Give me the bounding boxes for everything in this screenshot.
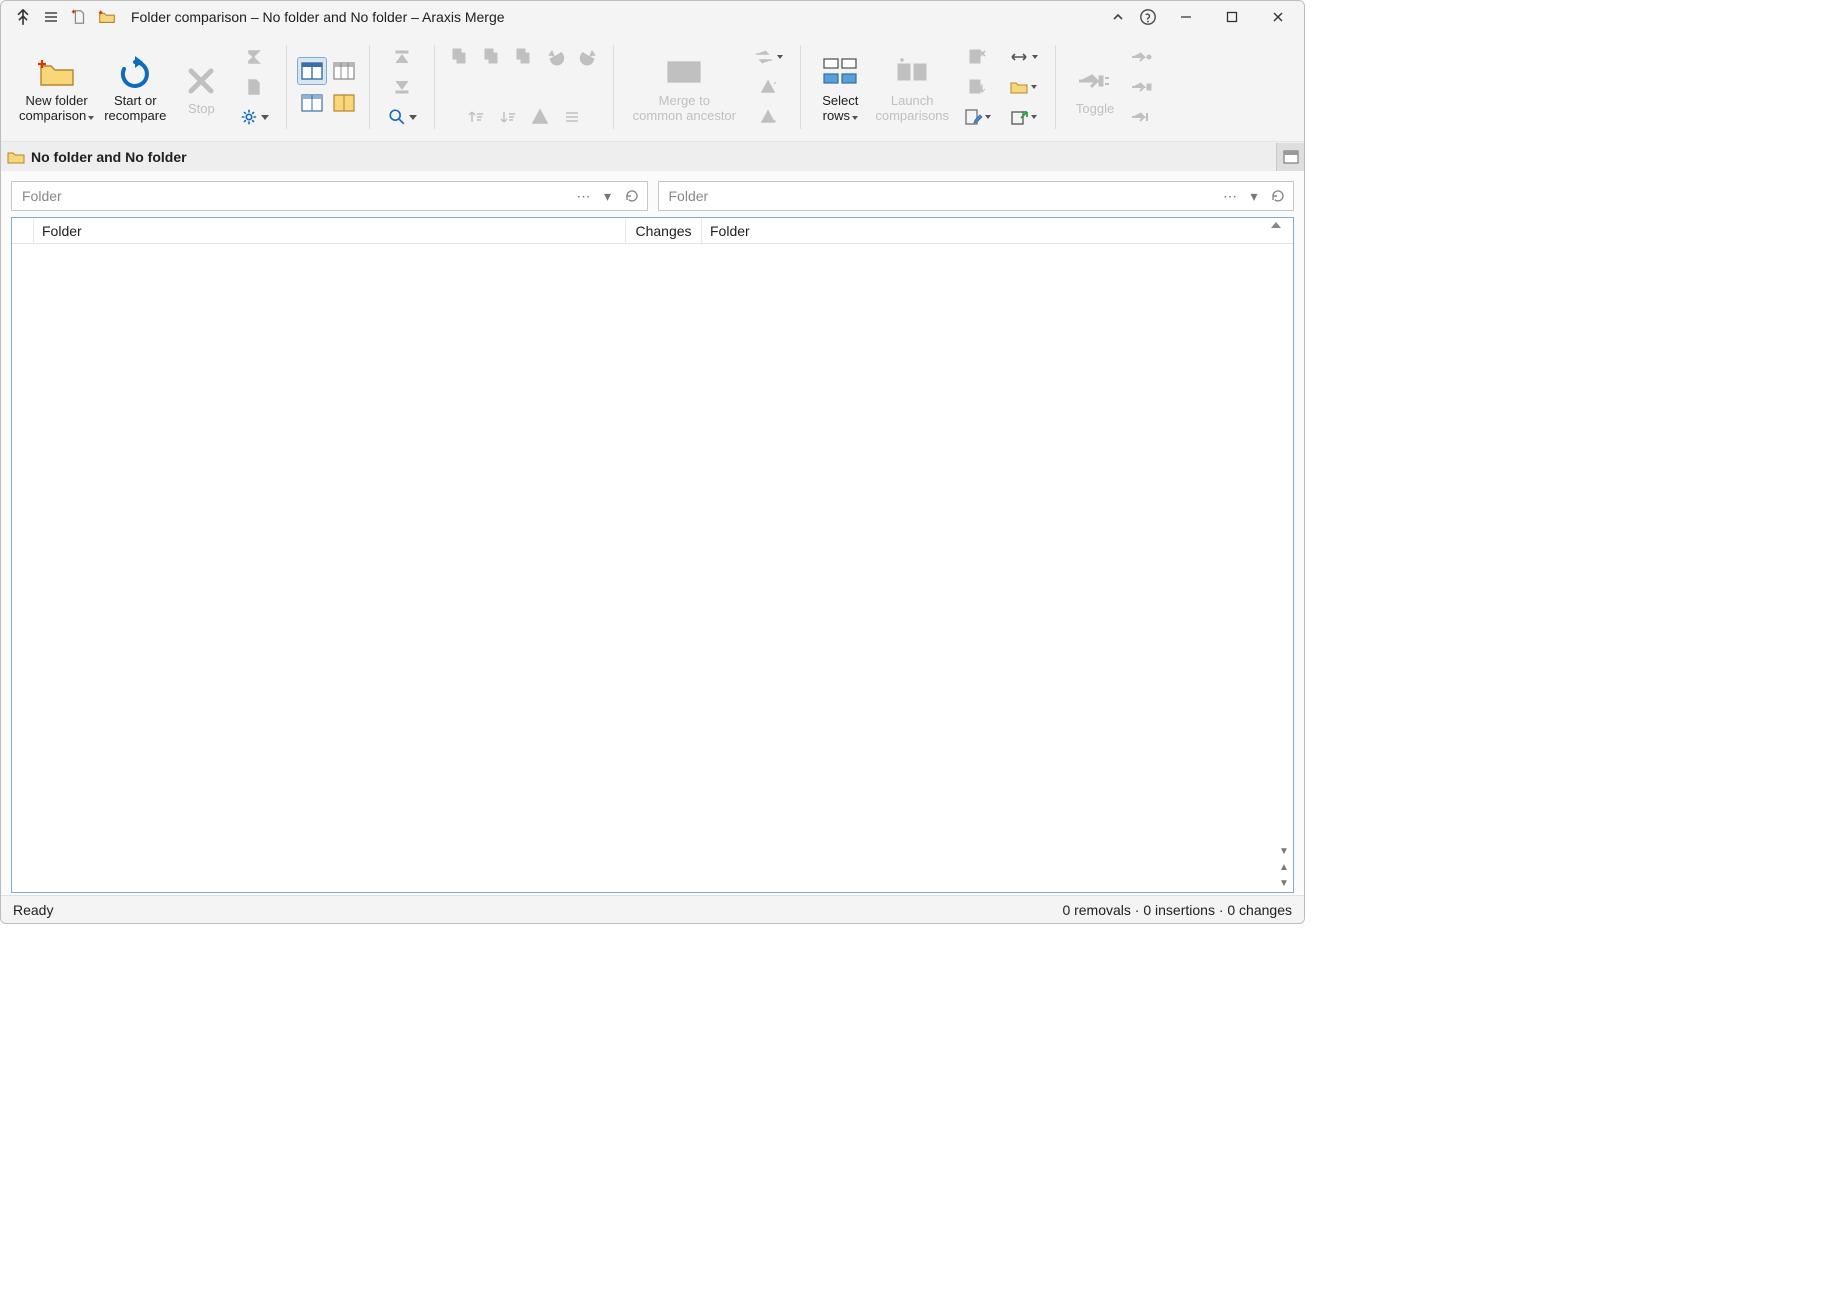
column-changes[interactable]: Changes: [626, 218, 702, 243]
scroll-bottom-icon[interactable]: ▼: [1277, 876, 1291, 890]
svg-text:3: 3: [525, 56, 529, 63]
warn-down-icon: [753, 103, 783, 131]
help-icon[interactable]: [1134, 3, 1162, 31]
list-icon: [557, 103, 587, 131]
toggle-icon: [1075, 62, 1115, 100]
grid-body[interactable]: ▼ ▲ ▼: [12, 244, 1293, 892]
status-ready: Ready: [13, 902, 53, 918]
nav-bottom-icon: [387, 73, 417, 101]
launch-icon: [892, 54, 932, 92]
close-button[interactable]: [1256, 3, 1300, 31]
hsync-dropdown[interactable]: [1001, 43, 1045, 71]
minimize-button[interactable]: [1164, 3, 1208, 31]
x-icon: [185, 62, 217, 100]
collapse-ribbon-icon[interactable]: [1104, 3, 1132, 31]
undo-icon: [541, 43, 571, 71]
export-dropdown[interactable]: [1001, 103, 1045, 131]
refresh-icon: [117, 54, 153, 92]
new-folder-comparison-button[interactable]: New folder comparison: [15, 50, 98, 124]
grid-gutter-header[interactable]: [12, 218, 34, 243]
content-area: Folder ⋯ ▾ Folder ⋯ ▾: [1, 171, 1304, 895]
stop-label: Stop: [188, 102, 215, 117]
left-folder-path-input[interactable]: Folder ⋯ ▾: [11, 181, 648, 211]
flow3-icon: [1126, 103, 1156, 131]
sort-up-icon: [461, 103, 491, 131]
column-folder-left[interactable]: Folder: [34, 218, 626, 243]
layout-two-pane-icon[interactable]: [297, 57, 327, 85]
scroll-controls: ▼ ▲ ▼: [1277, 844, 1291, 890]
status-bar: Ready 0 removals · 0 insertions · 0 chan…: [1, 895, 1304, 923]
select-rows-button[interactable]: Select rows: [811, 50, 869, 124]
open-folder-dropdown[interactable]: [1001, 73, 1045, 101]
window-title: Folder comparison – No folder and No fol…: [121, 9, 1104, 25]
left-folder-placeholder: Folder: [22, 188, 573, 204]
right-folder-path-input[interactable]: Folder ⋯ ▾: [658, 181, 1295, 211]
merge-icon: [662, 54, 706, 92]
start-recompare-label: Start or recompare: [104, 94, 166, 124]
page-down-icon: [962, 73, 992, 101]
chevron-down-icon[interactable]: ▾: [1243, 185, 1265, 207]
swap-horiz-icon: [746, 43, 790, 71]
layout-alt1-icon[interactable]: [297, 89, 327, 117]
zoom-dropdown[interactable]: [380, 103, 424, 131]
hamburger-menu-icon[interactable]: [37, 3, 65, 31]
merge-common-ancestor-button: Merge to common ancestor: [624, 50, 744, 124]
select-rows-icon: [820, 54, 860, 92]
title-bar: Folder comparison – No folder and No fol…: [1, 1, 1304, 33]
maximize-button[interactable]: [1210, 3, 1254, 31]
active-tab-label: No folder and No folder: [31, 149, 187, 165]
toggle-button: Toggle: [1066, 58, 1124, 117]
new-file-icon[interactable]: [65, 3, 93, 31]
grid-header: Folder Changes Folder: [12, 218, 1293, 244]
page-edit-dropdown[interactable]: [955, 103, 999, 131]
svg-text:2: 2: [493, 56, 497, 63]
alert-icon: [525, 103, 555, 131]
sigma-icon: [239, 43, 269, 71]
ellipsis-icon[interactable]: ⋯: [573, 185, 595, 207]
tab-strip: No folder and No folder: [1, 141, 1304, 171]
pane-toggle-button[interactable]: [1276, 143, 1304, 171]
history-icon[interactable]: [1267, 185, 1289, 207]
copy1-icon: 1: [445, 43, 475, 71]
redo-icon: [573, 43, 603, 71]
active-tab[interactable]: No folder and No folder: [7, 149, 187, 165]
new-folder-comparison-label: New folder comparison: [19, 93, 88, 123]
scroll-down-icon[interactable]: ▼: [1277, 844, 1291, 858]
launch-comparisons-button: Launch comparisons: [871, 50, 953, 124]
chevron-down-icon[interactable]: ▾: [597, 185, 619, 207]
folder-icon: [7, 150, 25, 164]
new-folder-icon[interactable]: [93, 3, 121, 31]
app-window: Folder comparison – No folder and No fol…: [0, 0, 1305, 924]
merge-common-ancestor-label: Merge to common ancestor: [633, 94, 736, 124]
status-summary: 0 removals · 0 insertions · 0 changes: [1062, 902, 1292, 918]
flow2-icon: [1126, 73, 1156, 101]
sort-asc-icon: [1271, 222, 1281, 228]
layout-three-pane-icon[interactable]: [329, 57, 359, 85]
start-recompare-button[interactable]: Start or recompare: [100, 50, 170, 124]
ribbon-toolbar: New folder comparison Start or recompare…: [1, 33, 1304, 141]
copy2-icon: 2: [477, 43, 507, 71]
settings-dropdown[interactable]: [232, 103, 276, 131]
page-x-icon: [962, 43, 992, 71]
flow1-icon: [1126, 43, 1156, 71]
nav-top-icon: [387, 43, 417, 71]
stop-button: Stop: [172, 58, 230, 117]
copy3-icon: 3: [509, 43, 539, 71]
column-folder-right[interactable]: Folder: [702, 218, 1293, 243]
ellipsis-icon[interactable]: ⋯: [1219, 185, 1241, 207]
folder-plus-icon: [35, 54, 79, 92]
warn-up-icon: [753, 73, 783, 101]
sort-down-icon: [493, 103, 523, 131]
toggle-label: Toggle: [1076, 102, 1114, 117]
page-icon: [239, 73, 269, 101]
scroll-top-icon[interactable]: ▲: [1277, 860, 1291, 874]
app-icon: [9, 3, 37, 31]
right-folder-placeholder: Folder: [669, 188, 1220, 204]
history-icon[interactable]: [621, 185, 643, 207]
comparison-grid: Folder Changes Folder ▼ ▲ ▼: [11, 217, 1294, 893]
svg-text:1: 1: [461, 56, 465, 63]
layout-alt2-icon[interactable]: [329, 89, 359, 117]
launch-comparisons-label: Launch comparisons: [875, 94, 949, 124]
